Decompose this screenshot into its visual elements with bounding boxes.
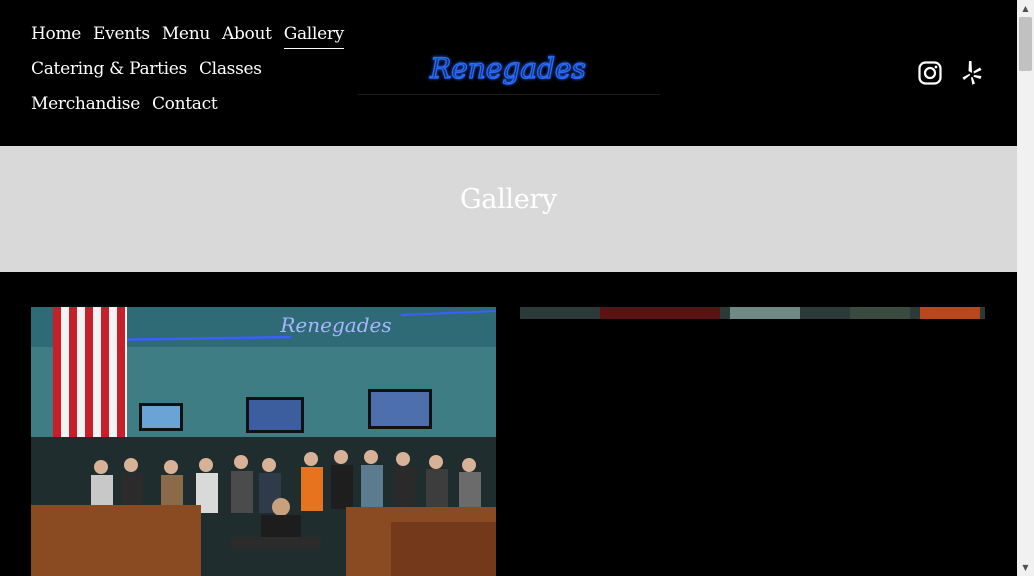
nav-link-classes[interactable]: Classes xyxy=(199,59,262,83)
nav-row-3: Merchandise Contact xyxy=(31,94,351,129)
nav-link-catering[interactable]: Catering & Parties xyxy=(31,59,187,83)
nav-link-contact[interactable]: Contact xyxy=(152,94,218,118)
social-links xyxy=(918,60,984,86)
photo-neon-sign: Renegades xyxy=(279,313,391,337)
nav-link-about[interactable]: About xyxy=(222,24,272,48)
logo-neon-sign: Renegades xyxy=(366,51,651,86)
instagram-icon xyxy=(918,61,942,85)
nav-link-home[interactable]: Home xyxy=(31,24,81,48)
gallery-photo-2 xyxy=(520,307,985,576)
bowling-night-photo: Renegades xyxy=(31,307,496,576)
site-header: Home Events Menu About Gallery Catering … xyxy=(0,0,1017,146)
site-logo[interactable]: Renegades xyxy=(358,50,660,95)
scroll-down-arrow-icon[interactable]: ▼ xyxy=(1017,559,1034,576)
nav-link-events[interactable]: Events xyxy=(93,24,150,48)
nav-link-gallery[interactable]: Gallery xyxy=(283,24,344,49)
nav-row-1: Home Events Menu About Gallery xyxy=(31,24,351,59)
page-title: Gallery xyxy=(460,183,557,215)
gallery-grid: Renegades xyxy=(31,307,986,576)
scroll-thumb[interactable] xyxy=(1019,17,1032,71)
gallery-image-2[interactable] xyxy=(520,307,985,576)
page-scrollbar[interactable]: ▲ ▼ xyxy=(1017,0,1034,576)
main-nav: Home Events Menu About Gallery Catering … xyxy=(31,24,351,129)
nav-row-2: Catering & Parties Classes xyxy=(31,59,351,94)
logo-text: Renegades xyxy=(429,52,586,85)
scroll-up-arrow-icon[interactable]: ▲ xyxy=(1017,0,1034,17)
instagram-link[interactable] xyxy=(918,60,942,86)
gallery-image-1[interactable]: Renegades xyxy=(31,307,496,576)
nav-link-menu[interactable]: Menu xyxy=(162,24,210,48)
page-banner: Gallery xyxy=(0,146,1017,272)
page: Home Events Menu About Gallery Catering … xyxy=(0,0,1017,576)
nav-link-merchandise[interactable]: Merchandise xyxy=(31,94,140,118)
yelp-link[interactable] xyxy=(960,60,984,86)
yelp-icon xyxy=(962,61,982,85)
